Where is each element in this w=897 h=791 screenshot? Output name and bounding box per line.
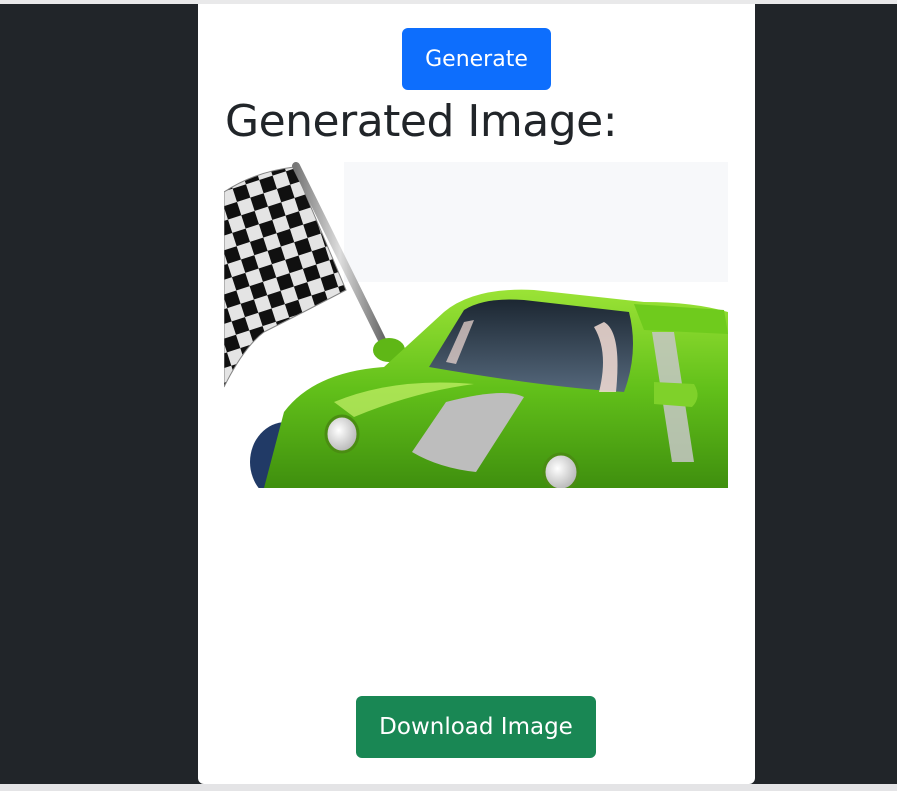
download-image-button[interactable]: Download Image — [356, 696, 596, 758]
race-car-illustration — [224, 162, 728, 488]
generated-image — [224, 162, 728, 488]
content-card: Generate Generated Image: Download Image — [198, 4, 755, 784]
green-car — [264, 289, 728, 488]
window-bottom-edge — [0, 784, 897, 791]
generate-button[interactable]: Generate — [402, 28, 551, 90]
page-title: Generated Image: — [225, 96, 618, 147]
page-background: Generate Generated Image: Download Image — [0, 4, 897, 784]
